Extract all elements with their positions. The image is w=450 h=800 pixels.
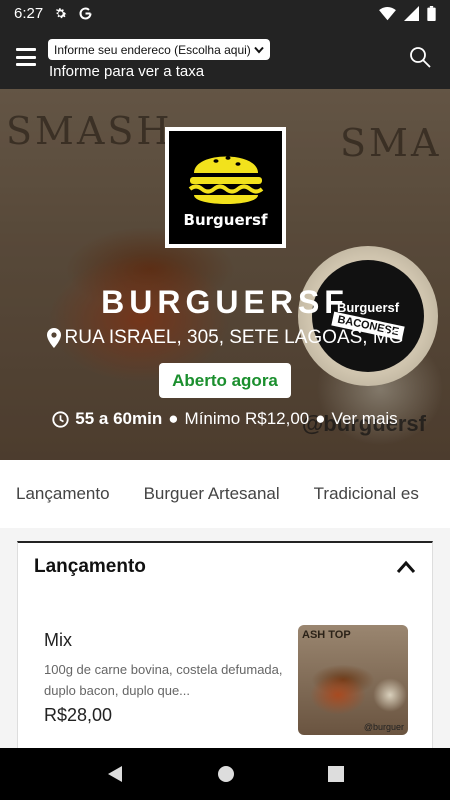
- location-pin-icon: [46, 328, 61, 348]
- wifi-icon: [379, 6, 396, 20]
- logo-text: Burguersf: [183, 210, 268, 229]
- category-tab[interactable]: Burguer Artesanal: [128, 484, 296, 504]
- battery-icon: [427, 6, 436, 21]
- recents-icon[interactable]: [327, 766, 344, 782]
- menu-icon: [16, 48, 36, 51]
- category-tab[interactable]: Lançamento: [0, 484, 126, 504]
- store-logo: Burguersf: [165, 127, 286, 248]
- store-hero: SMASH SMA Burguersf BACONESE @burguersf …: [0, 89, 450, 460]
- open-status-badge: Aberto agora: [159, 363, 291, 398]
- back-icon[interactable]: [106, 765, 124, 783]
- status-time: 6:27: [14, 5, 44, 22]
- google-g-icon: [79, 7, 92, 20]
- address-select-label: Informe seu endereco (Escolha aqui): [54, 42, 251, 57]
- section-header[interactable]: Lançamento: [18, 543, 432, 591]
- store-name: BURGUERSF: [101, 284, 349, 320]
- system-nav-bar: [0, 748, 450, 800]
- address-select[interactable]: Informe seu endereco (Escolha aqui): [48, 39, 270, 60]
- settings-gear-icon: [56, 8, 67, 19]
- product-card[interactable]: Mix 100g de carne bovina, costela defuma…: [18, 625, 434, 737]
- store-address: RUA ISRAEL, 305, SETE LAGOAS, MG: [0, 327, 450, 349]
- category-tabs: Lançamento Burguer Artesanal Tradicional…: [0, 460, 450, 528]
- bullet-dot: ●: [168, 409, 179, 428]
- clock-icon: [52, 410, 69, 428]
- menu-button[interactable]: [14, 45, 38, 69]
- product-name: Mix: [44, 630, 72, 650]
- signal-icon: [404, 6, 419, 21]
- chevron-up-icon[interactable]: [396, 560, 416, 574]
- product-description: 100g de carne bovina, costela defumada, …: [44, 662, 283, 698]
- menu-section: Lançamento Mix 100g de carne bovina, cos…: [17, 541, 433, 751]
- status-bar: 6:27: [0, 0, 450, 27]
- address-hint: Informe para ver a taxa: [49, 63, 205, 80]
- product-image: ASH TOP @burguer: [298, 625, 408, 735]
- minimum-order: Mínimo R$12,00: [184, 409, 310, 428]
- product-price: R$28,00: [44, 705, 113, 725]
- store-meta: 55 a 60min ● Mínimo R$12,00 ● Ver mais: [0, 409, 450, 429]
- home-icon[interactable]: [217, 765, 235, 783]
- app-bar: Informe seu endereco (Escolha aqui) Info…: [0, 27, 450, 89]
- store-address-text: RUA ISRAEL, 305, SETE LAGOAS, MG: [64, 327, 404, 348]
- chevron-down-icon: [254, 46, 264, 54]
- burger-logo-icon: [188, 155, 263, 204]
- delivery-time: 55 a 60min: [75, 409, 163, 428]
- see-more-link[interactable]: Ver mais: [332, 409, 398, 429]
- product-image-handle: @burguer: [363, 722, 404, 732]
- search-icon[interactable]: [408, 45, 432, 69]
- section-title: Lançamento: [34, 556, 146, 577]
- category-tab[interactable]: Tradicional es: [298, 484, 435, 504]
- product-image-caption: ASH TOP: [302, 629, 351, 641]
